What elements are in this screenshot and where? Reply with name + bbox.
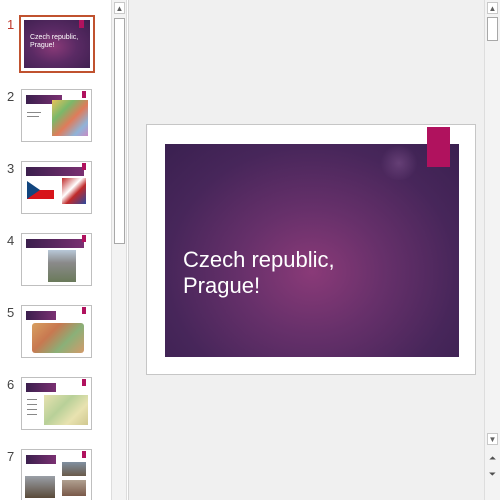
scrollbar-thumb[interactable] (114, 18, 125, 244)
photo-image (62, 480, 86, 496)
thumbnail-frame[interactable] (21, 377, 92, 430)
thumbnail-slide-5[interactable]: 5 (0, 305, 110, 367)
thumbnail-header-bar (26, 455, 56, 464)
slide-number: 3 (7, 161, 15, 176)
thumbnail-content (22, 90, 91, 141)
thumbnail-title-slide: Czech republic, Prague! (24, 20, 90, 68)
slide-number: 6 (7, 377, 15, 392)
slide-area-scrollbar[interactable]: ▲ ▼ ⏶ ⏷ (484, 0, 500, 500)
thumbnail-content (22, 378, 91, 429)
bullet-line (27, 112, 41, 113)
thumbnail-header-bar (26, 167, 84, 176)
thumbnail-slide-2[interactable]: 2 (0, 89, 110, 151)
map-image (52, 100, 88, 136)
accent-tab (82, 307, 86, 314)
thumbnail-slide-4[interactable]: 4 (0, 233, 110, 295)
bullet-line (27, 116, 39, 117)
slide-number: 1 (7, 17, 15, 32)
arrow-down-icon[interactable]: ▼ (487, 433, 498, 445)
bullet-line (27, 399, 37, 400)
thumbnail-slide-3[interactable]: 3 (0, 161, 110, 223)
slide-editing-area: Czech republic, Prague! (128, 0, 484, 500)
thumbnail-header-bar (26, 383, 56, 392)
accent-tab (82, 379, 86, 386)
arrow-up-icon[interactable]: ▲ (114, 2, 125, 14)
thumbnail-content (22, 306, 91, 357)
coat-of-arms-image (62, 178, 86, 204)
accent-tab (79, 20, 84, 28)
presentation-editor: 1 Czech republic, Prague! 2 3 4 5 6 7 ▲ … (0, 0, 500, 500)
slide-number: 7 (7, 449, 15, 464)
thumbnail-content (22, 234, 91, 285)
scrollbar-thumb[interactable] (487, 17, 498, 41)
background-glow (379, 146, 419, 180)
current-slide[interactable]: Czech republic, Prague! (146, 124, 476, 375)
bullet-line (27, 414, 37, 415)
double-chevron-up-icon[interactable]: ⏶ (487, 451, 498, 465)
thumbnail-content (22, 450, 91, 500)
double-chevron-down-icon[interactable]: ⏷ (487, 467, 498, 481)
thumbnail-pane-scrollbar[interactable]: ▲ (111, 0, 127, 500)
flag-triangle (27, 181, 40, 199)
bullet-line (27, 404, 37, 405)
accent-tab (82, 163, 86, 170)
thumbnail-frame-selected[interactable]: Czech republic, Prague! (19, 15, 95, 73)
accent-tab (82, 91, 86, 98)
thumbnail-slide-1[interactable]: 1 Czech republic, Prague! (0, 15, 110, 79)
thumbnail-title: Czech republic, Prague! (30, 34, 79, 49)
accent-tab (82, 235, 86, 242)
map-image (32, 323, 84, 353)
thumbnail-frame[interactable] (21, 89, 92, 142)
thumbnail-frame[interactable] (21, 161, 92, 214)
thumbnail-frame[interactable] (21, 233, 92, 286)
accent-tab (427, 127, 450, 167)
bullet-line (27, 409, 37, 410)
slide-number: 2 (7, 89, 15, 104)
photo-image (62, 462, 86, 476)
thumbnail-header-bar (26, 239, 84, 248)
accent-tab (82, 451, 86, 458)
thumbnail-content (22, 162, 91, 213)
arrow-up-icon[interactable]: ▲ (487, 2, 498, 14)
thumbnail-slide-7[interactable]: 7 (0, 449, 110, 500)
slide-number: 5 (7, 305, 15, 320)
slide-title[interactable]: Czech republic, Prague! (183, 247, 443, 299)
thumbnail-slide-6[interactable]: 6 (0, 377, 110, 439)
map-image (44, 395, 88, 425)
photo-image (25, 476, 55, 498)
slide-thumbnail-pane[interactable]: 1 Czech republic, Prague! 2 3 4 5 6 7 (0, 0, 110, 500)
photo-image (48, 250, 76, 282)
slide-number: 4 (7, 233, 15, 248)
thumbnail-frame[interactable] (21, 449, 92, 500)
thumbnail-frame[interactable] (21, 305, 92, 358)
thumbnail-header-bar (26, 311, 56, 320)
